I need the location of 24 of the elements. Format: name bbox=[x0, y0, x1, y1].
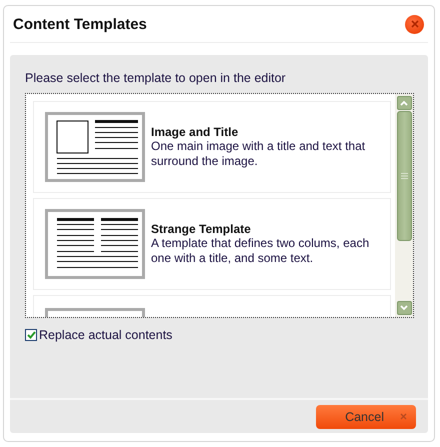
scroll-thumb[interactable] bbox=[396, 111, 412, 241]
checkbox-label: Replace actual contents bbox=[39, 328, 172, 342]
layout-thumbnail-icon bbox=[45, 112, 145, 182]
instruction-text: Please select the template to open in the editor bbox=[25, 71, 287, 85]
close-button[interactable] bbox=[405, 14, 424, 34]
template-item[interactable]: Strange Template A template that defines two colums, each one with a title, and some text. bbox=[33, 198, 391, 290]
template-description: A template that defines two colums, each one with a title, and some text. bbox=[151, 236, 370, 266]
template-title: Image and Title bbox=[151, 125, 240, 139]
close-icon bbox=[400, 413, 407, 420]
template-title: Strange Template bbox=[151, 222, 252, 236]
scrollbar[interactable] bbox=[395, 94, 413, 317]
checkbox[interactable] bbox=[25, 329, 37, 341]
scroll-down-button[interactable] bbox=[396, 301, 412, 315]
chevron-down-icon bbox=[400, 305, 408, 311]
cancel-button[interactable]: Cancel bbox=[316, 404, 416, 428]
layout-thumbnail-icon bbox=[45, 209, 145, 279]
template-description: One main image with a title and text that surround the image. bbox=[151, 139, 366, 169]
grip-icon bbox=[400, 173, 408, 179]
scroll-up-button[interactable] bbox=[396, 96, 412, 110]
chevron-up-icon bbox=[400, 100, 408, 106]
window-title: Content Templates bbox=[13, 16, 147, 32]
checkmark-icon bbox=[26, 331, 36, 339]
template-item[interactable]: Image and Title One main image with a title and text that surround the image. bbox=[33, 101, 391, 193]
close-icon bbox=[410, 20, 418, 28]
